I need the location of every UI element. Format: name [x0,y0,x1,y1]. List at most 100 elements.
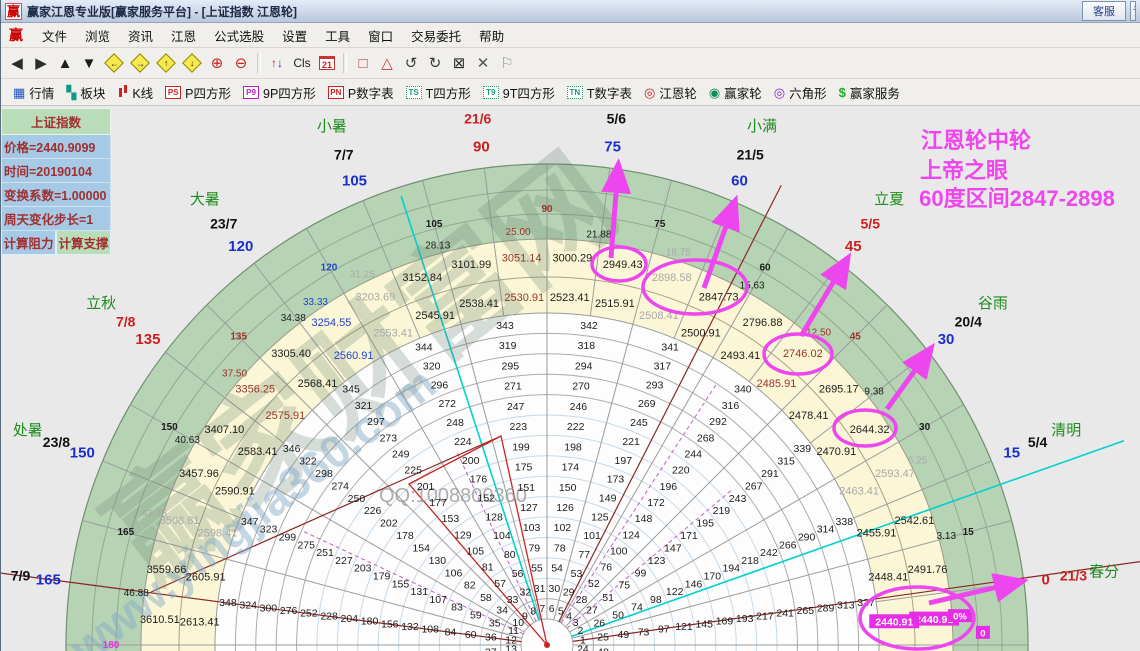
view-button-gann-wheel[interactable]: ◎ 江恩轮 [638,82,703,103]
calendar-icon[interactable]: 21 [315,51,339,75]
number-ring-value: 345 [342,384,360,396]
price-ring-inner-value: 2515.91 [595,298,635,310]
number-ring-value: 225 [404,465,422,477]
number-ring-value: 102 [554,522,572,534]
number-ring-value: 29 [563,587,575,599]
cls-icon[interactable]: Cls [289,51,315,75]
number-ring-value: 28 [576,594,588,606]
number-ring-value: 195 [696,518,714,530]
number-ring-value: 84 [445,626,457,638]
number-ring-value: 275 [297,539,315,551]
view-button-hexagon[interactable]: ◎ 六角形 [768,82,833,103]
triangle-tool-icon[interactable]: △ [375,51,399,75]
menu-item-2[interactable]: 资讯 [119,24,162,47]
flag-icon[interactable]: ⚐ [495,51,519,75]
outer-degree-label: 30 [938,331,955,348]
number-ring-value: 324 [239,600,257,612]
number-ring-value: 30 [549,583,561,595]
number-ring-value: 25 [597,632,609,644]
gann-wheel-canvas[interactable]: 赢家财富网www.yingjia360.comQQ:10088003602412… [1,106,1140,651]
outer-degree-label: 135 [135,331,160,348]
menu-item-4[interactable]: 公式选股 [205,24,273,47]
rotate-cw-icon[interactable]: ↻ [423,51,447,75]
index-info-row-2: 变换系数=1.00000 [1,183,111,207]
menu-logo-icon: 赢 [9,27,23,43]
menu-item-7[interactable]: 窗口 [359,24,402,47]
price-ring-inner-value: 2448.41 [868,572,908,584]
outer-date-label: 7/7 [334,146,354,162]
outer-degree-label: 105 [342,172,367,189]
view-button-t-square[interactable]: TS T四方形 [400,82,477,103]
number-ring-value: 241 [776,608,794,620]
view-button-kline[interactable]: K线 [111,82,159,103]
number-ring-value: 123 [648,555,666,567]
number-ring-value: 247 [507,401,525,413]
view-button-t-table[interactable]: TN T数字表 [561,82,638,103]
view-button-quotes[interactable]: ▦ 行情 [7,82,60,103]
menu-item-0[interactable]: 文件 [33,24,76,47]
number-ring-value: 245 [630,417,648,429]
view-button-sectors[interactable]: ▚ 板块 [60,82,111,103]
outer-date-label: 5/6 [607,111,627,127]
zoom-in-icon[interactable]: ⊕ [205,51,229,75]
view-button-p-table[interactable]: PN P数字表 [322,82,400,103]
pan-up-icon[interactable]: ↑ [153,51,179,75]
partial-button[interactable]: 论坛 [1130,1,1136,21]
customer-service-button[interactable]: 客服 [1082,1,1126,21]
number-ring-value: 276 [280,605,298,617]
degree-ring-value: 45 [850,332,862,343]
back-icon[interactable]: ◀ [5,51,29,75]
zoom-out-icon[interactable]: ⊖ [229,51,253,75]
number-ring-value: 108 [421,624,439,636]
price-ring-inner-value: 2575.91 [265,410,305,422]
outer-date-label: 23/8 [43,434,70,450]
number-ring-value: 177 [429,497,447,509]
view-button-winner-wheel[interactable]: ◉ 赢家轮 [703,82,768,103]
menu-item-5[interactable]: 设置 [273,24,316,47]
view-button-label: P四方形 [185,86,232,101]
view-button-label: K线 [132,86,154,101]
number-ring-value: 101 [583,530,601,542]
scale-updown-icon[interactable]: ↑ ↓ [265,51,289,75]
menu-item-3[interactable]: 江恩 [162,24,205,47]
view-button-winner-service[interactable]: $ 赢家服务 [833,82,906,103]
number-ring-value: 49 [617,629,629,641]
number-ring-value: 201 [417,481,435,493]
pan-right-icon[interactable]: → [127,51,153,75]
calc-resistance-button[interactable]: 计算阻力 [1,231,56,255]
number-ring-value: 322 [299,456,317,468]
outer-date-label: 20/4 [955,314,982,330]
menu-item-6[interactable]: 工具 [316,24,359,47]
view-button-label: 赢家轮 [724,86,762,101]
percent-ring-value: 37.50 [222,368,247,379]
percent-ring-value: 15.63 [740,280,765,291]
pan-left-icon[interactable]: ← [101,51,127,75]
price-ring-outer-value: 3610.51 [140,614,180,626]
outer-date-label: 21/3 [1060,568,1087,584]
number-ring-value: 315 [777,456,795,468]
view-button-p-square[interactable]: PS P四方形 [159,82,237,103]
view-button-9p-square[interactable]: P9 9P四方形 [237,82,322,103]
views-toolbar: ▦ 行情 ▚ 板块 K线 PS P四方形 P9 9P四方形 PN P数字表 TS T四方形 T9 9T四方形… [1,79,1140,106]
square-tool-icon[interactable]: □ [351,51,375,75]
menu-item-8[interactable]: 交易委托 [402,24,470,47]
calc-support-button[interactable]: 计算支撑 [56,231,111,255]
view-button-9t-square[interactable]: T9 9T四方形 [477,82,561,103]
pointer-down-icon[interactable]: ▼ [77,51,101,75]
pan-down-icon[interactable]: ↓ [179,51,205,75]
crosshair-icon[interactable]: ✕ [471,51,495,75]
menu-item-9[interactable]: 帮助 [470,24,513,47]
forward-icon[interactable]: ▶ [29,51,53,75]
number-ring-value: 199 [512,441,530,453]
menu-item-1[interactable]: 浏览 [76,24,119,47]
rotate-ccw-icon[interactable]: ↺ [399,51,423,75]
degree-ring-value: 75 [654,219,666,230]
box-x-icon[interactable]: ⊠ [447,51,471,75]
number-ring-value: 27 [586,605,598,617]
app-icon: 赢 [5,2,22,20]
view-button-label: 行情 [29,86,55,101]
pointer-up-icon[interactable]: ▲ [53,51,77,75]
percent-ring-value: 33.33 [303,297,328,308]
number-ring-value: 26 [593,617,605,629]
p-square-icon: PS [165,85,182,99]
